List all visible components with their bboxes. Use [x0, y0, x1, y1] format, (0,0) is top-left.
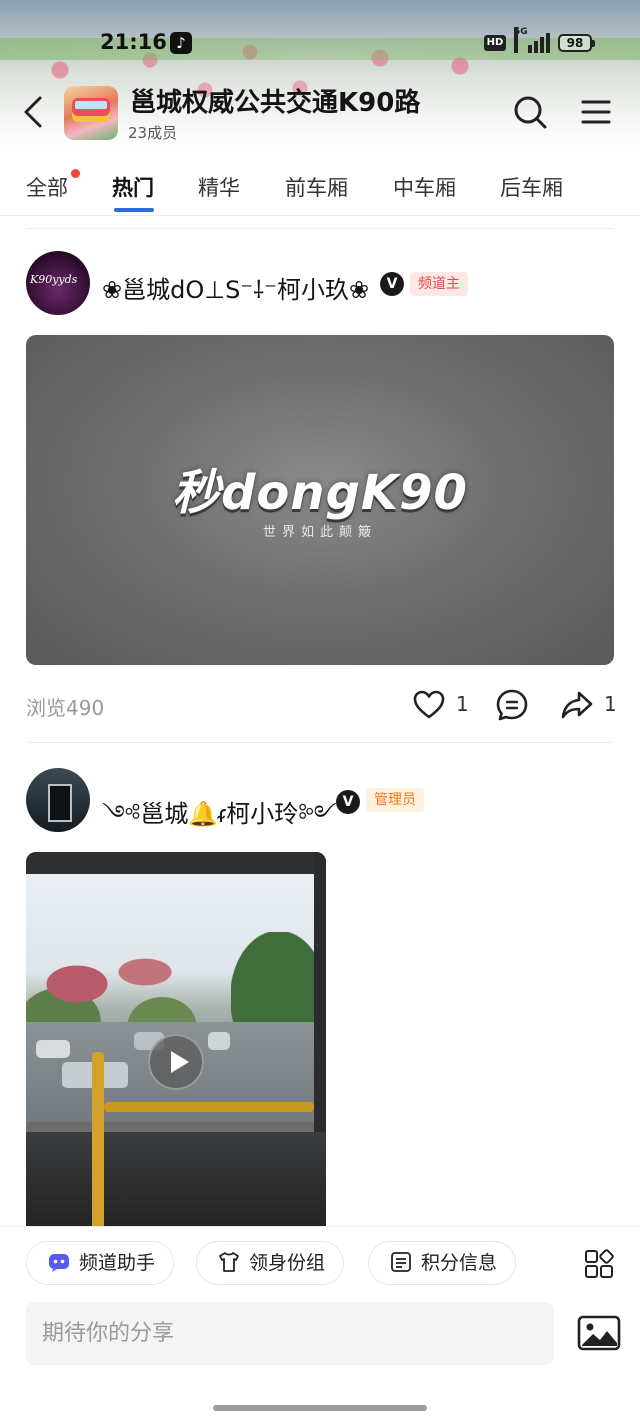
tab-all[interactable]: 全部	[26, 172, 68, 202]
signal-icon: 5G	[514, 27, 550, 53]
chevron-left-icon	[24, 96, 42, 128]
author-avatar[interactable]	[26, 768, 90, 832]
hd-icon: HD	[484, 35, 506, 51]
points-icon	[391, 1251, 411, 1272]
author-avatar[interactable]: K90yyds	[26, 251, 90, 315]
tab-featured[interactable]: 精华	[198, 172, 240, 202]
battery-icon: 98	[558, 34, 595, 52]
like-heart-icon[interactable]	[412, 688, 446, 722]
points-info-button[interactable]: 积分信息	[368, 1241, 517, 1285]
view-count: 浏览490	[26, 696, 105, 720]
post-video-thumbnail[interactable]: 秒dongK90 世界如此颠簸	[26, 335, 614, 665]
tiktok-icon: ♪	[170, 32, 192, 54]
back-button[interactable]	[16, 92, 52, 132]
chip-label: 频道助手	[79, 1252, 156, 1274]
channel-avatar[interactable]	[64, 86, 118, 140]
post-video-thumbnail[interactable]	[26, 852, 326, 1232]
feed-divider	[26, 228, 614, 229]
unread-dot	[71, 169, 80, 178]
chip-label: 领身份组	[249, 1252, 326, 1274]
tab-front-car[interactable]: 前车厢	[285, 172, 348, 202]
post-divider	[26, 742, 614, 743]
bottom-action-bar: 频道助手 领身份组 积分信息	[0, 1226, 640, 1422]
shirt-icon	[219, 1251, 239, 1272]
image-upload-icon[interactable]	[577, 1315, 621, 1351]
search-button[interactable]	[512, 94, 548, 130]
status-bar: 21:16 ♪ HD 5G 98	[0, 27, 640, 58]
share-arrow-icon[interactable]	[560, 688, 594, 722]
chip-label: 积分信息	[421, 1252, 498, 1274]
status-time: 21:16	[100, 30, 167, 54]
member-count[interactable]: 23成员	[128, 122, 177, 143]
channel-title: 邕城权威公共交通K90路	[130, 88, 421, 118]
assistant-icon	[49, 1253, 69, 1272]
video-logo-text: 秒dongK90	[172, 465, 468, 521]
role-badge-admin: 管理员	[366, 788, 424, 812]
search-icon	[514, 96, 547, 129]
menu-button[interactable]	[578, 94, 614, 130]
play-icon[interactable]	[148, 1034, 204, 1090]
author-name[interactable]: ༺邕城🔔ᵳ柯小玲༻	[102, 788, 337, 855]
share-input[interactable]	[26, 1302, 554, 1365]
role-badge-owner: 频道主	[410, 272, 468, 296]
avatar-caption: K90yyds	[30, 273, 78, 286]
active-tab-underline	[114, 208, 154, 212]
channel-assistant-button[interactable]: 频道助手	[26, 1241, 175, 1285]
post-stats-bar: 浏览490 1 1	[0, 688, 640, 724]
network-label: 5G	[514, 27, 528, 53]
comment-icon[interactable]	[495, 688, 529, 722]
author-name[interactable]: ❀邕城dO⊥S⁻⸸⁻柯小玖❀	[102, 270, 369, 306]
like-count: 1	[456, 692, 469, 716]
verified-icon: V	[336, 790, 360, 814]
share-count: 1	[604, 692, 617, 716]
tab-hot[interactable]: 热门	[112, 172, 154, 202]
verified-icon: V	[380, 272, 404, 296]
category-tabs: 全部 热门 精华 前车厢 中车厢 后车厢	[0, 160, 640, 216]
hamburger-menu-icon	[581, 100, 611, 124]
claim-role-button[interactable]: 领身份组	[196, 1241, 345, 1285]
home-indicator[interactable]	[213, 1405, 427, 1411]
tab-middle-car[interactable]: 中车厢	[393, 172, 456, 202]
apps-grid-icon[interactable]	[584, 1249, 614, 1279]
video-slogan: 世界如此颠簸	[262, 525, 377, 540]
tab-rear-car[interactable]: 后车厢	[500, 172, 563, 202]
